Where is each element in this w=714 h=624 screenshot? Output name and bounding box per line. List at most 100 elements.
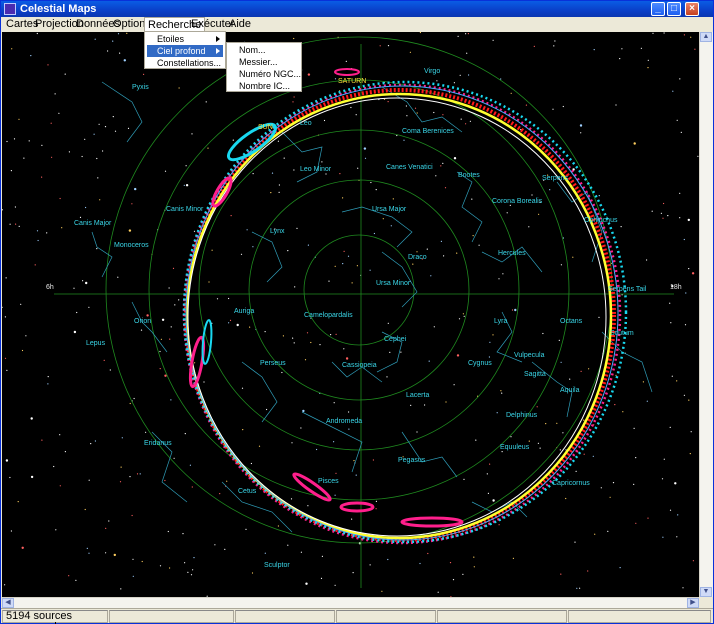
scroll-down-button[interactable]: ▼ — [700, 587, 712, 597]
star — [472, 235, 474, 237]
star — [140, 329, 143, 331]
star — [54, 93, 56, 95]
star — [113, 553, 117, 557]
star — [339, 173, 341, 175]
loop-magenta — [292, 472, 332, 502]
hour-tick-right: 18h — [670, 284, 682, 291]
star — [36, 230, 39, 232]
maximize-button[interactable]: □ — [667, 2, 681, 16]
star — [28, 140, 30, 142]
star — [501, 451, 503, 453]
minimize-button[interactable]: _ — [651, 2, 665, 16]
star — [249, 326, 251, 328]
star — [682, 587, 684, 589]
star — [663, 202, 665, 205]
star — [465, 33, 467, 35]
constellation-label: Cephei — [384, 336, 407, 343]
menu-aide[interactable]: Aide — [226, 17, 254, 32]
star — [403, 139, 405, 141]
star — [17, 501, 19, 503]
scroll-left-button[interactable]: ◀ — [2, 598, 14, 608]
star — [18, 225, 20, 227]
star — [679, 217, 681, 219]
star — [647, 67, 649, 69]
star — [539, 447, 541, 449]
constellation-label: Cassiopeia — [342, 362, 377, 369]
star — [334, 78, 337, 80]
star — [193, 557, 195, 559]
menu-item-constellations[interactable]: Constellations... — [147, 57, 223, 69]
star — [11, 48, 13, 50]
star — [102, 150, 104, 152]
submenu-item-messier[interactable]: Messier... — [229, 56, 299, 68]
star — [182, 533, 184, 535]
star — [633, 142, 636, 145]
star — [652, 32, 654, 34]
star — [528, 226, 530, 228]
star — [294, 286, 296, 288]
star — [396, 134, 398, 137]
star — [211, 249, 213, 251]
title-bar[interactable]: Celestial Maps _ □ × — [1, 1, 713, 17]
scroll-up-button[interactable]: ▲ — [700, 32, 712, 42]
star — [232, 139, 234, 141]
star — [277, 140, 279, 142]
star — [306, 332, 309, 334]
star — [250, 462, 252, 465]
menu-item-etoiles[interactable]: Etoiles — [147, 33, 223, 45]
submenu-item-nom[interactable]: Nom... — [229, 44, 299, 56]
star — [98, 123, 100, 125]
star — [690, 36, 692, 38]
star — [203, 381, 205, 383]
star — [496, 412, 498, 414]
star — [173, 457, 175, 459]
vertical-scrollbar[interactable]: ▲ ▼ — [699, 32, 713, 597]
star — [131, 203, 133, 205]
star — [574, 541, 576, 543]
star — [164, 170, 167, 172]
star — [343, 348, 345, 350]
star — [468, 74, 470, 76]
star — [21, 349, 24, 352]
star — [283, 157, 285, 159]
hour-tick-left: 6h — [46, 284, 54, 291]
star — [615, 104, 617, 106]
star — [514, 308, 517, 312]
star — [82, 280, 84, 282]
close-button[interactable]: × — [685, 2, 699, 16]
star — [642, 381, 645, 383]
submenu-item-nombre-ic[interactable]: Nombre IC... — [229, 80, 299, 92]
star — [47, 376, 49, 378]
star — [575, 470, 577, 472]
submenu-item-numero-ngc[interactable]: Numéro NGC... — [229, 68, 301, 80]
star — [363, 147, 367, 150]
scroll-right-button[interactable]: ▶ — [687, 598, 699, 608]
star — [478, 244, 480, 246]
star — [164, 479, 166, 482]
menu-item-ciel-profond[interactable]: Ciel profond — [147, 45, 223, 57]
star — [96, 157, 98, 160]
star — [2, 209, 3, 211]
star — [352, 572, 354, 574]
star — [369, 564, 371, 566]
star — [160, 338, 162, 340]
star — [558, 339, 560, 341]
menu-item-etoiles-label: Etoiles — [157, 34, 185, 44]
star — [669, 509, 672, 511]
star — [59, 485, 61, 487]
star — [676, 119, 678, 121]
star — [692, 560, 695, 562]
horizontal-scrollbar[interactable]: ◀ ▶ — [2, 597, 699, 608]
star — [569, 378, 571, 380]
star — [465, 123, 467, 125]
star — [587, 570, 589, 572]
star — [369, 269, 371, 271]
star — [560, 361, 562, 363]
star — [622, 411, 624, 413]
star — [103, 359, 105, 361]
star — [108, 520, 110, 522]
star — [579, 124, 583, 127]
star — [466, 52, 468, 54]
star — [445, 401, 447, 403]
sky-map-canvas[interactable]: 6h 18h SATURN SUN Virgo Coma Berenices L… — [2, 32, 699, 597]
